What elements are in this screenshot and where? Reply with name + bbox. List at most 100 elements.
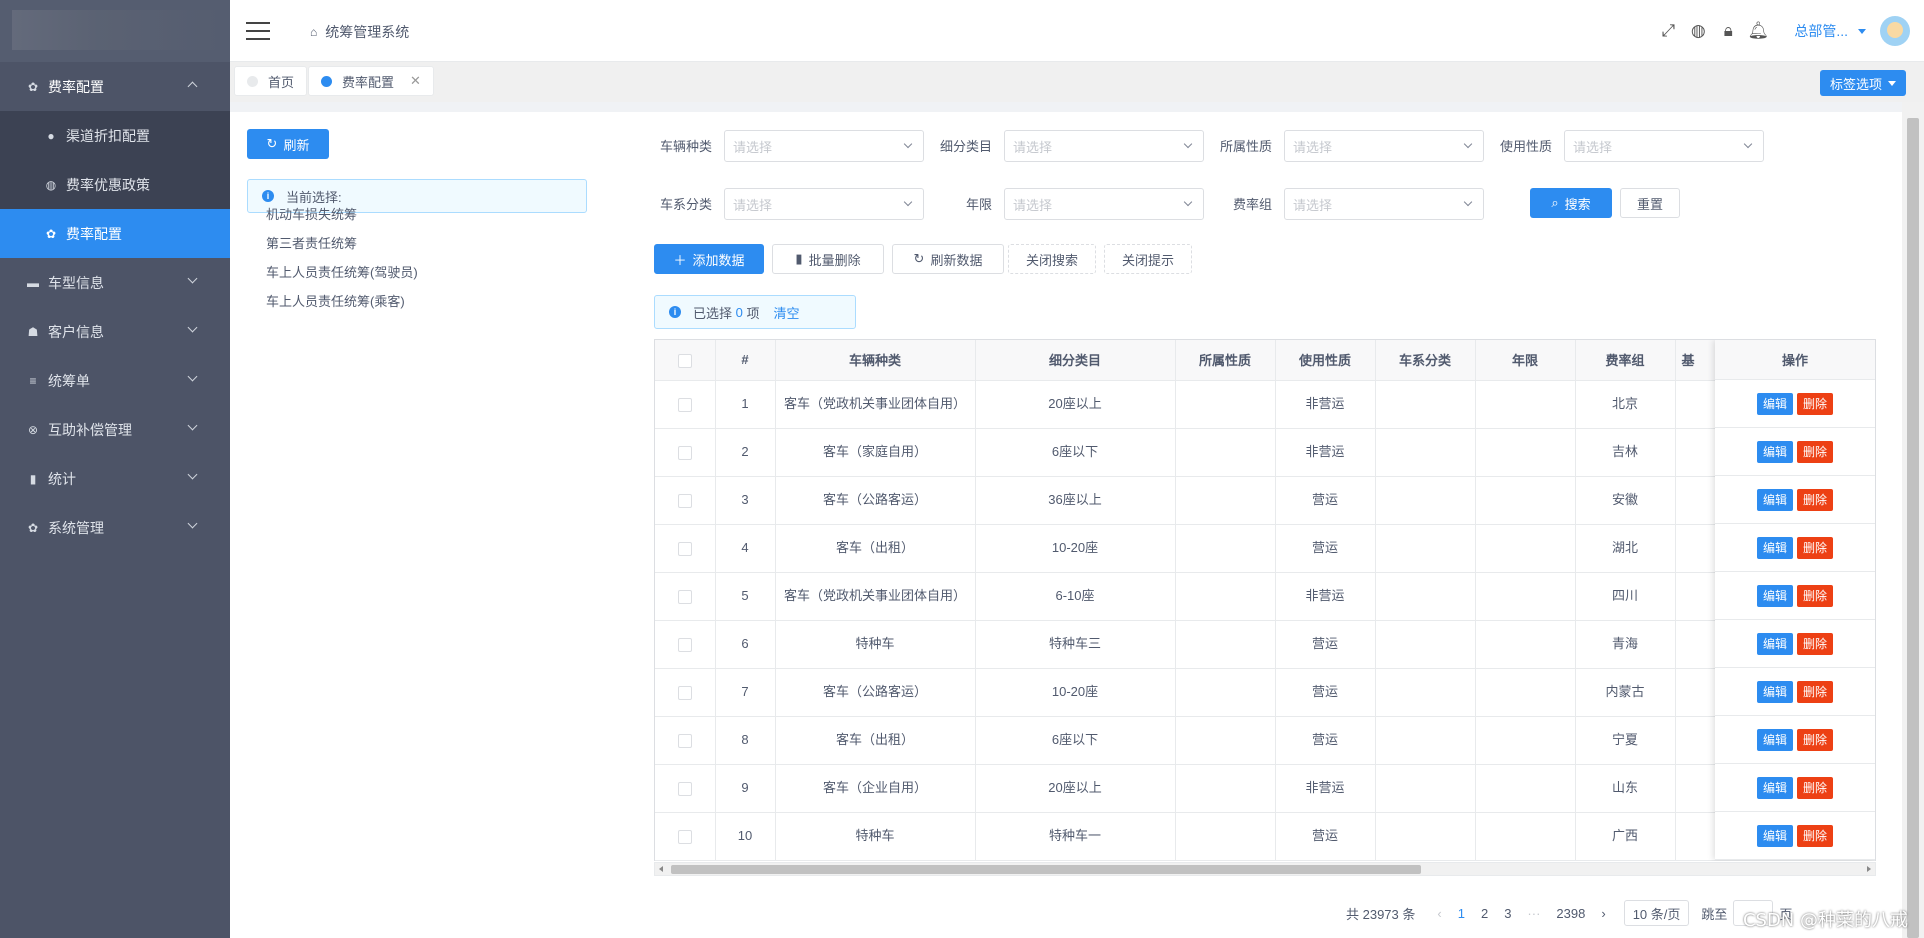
table-cell: 9 xyxy=(715,764,776,813)
page-number[interactable]: 3 xyxy=(1496,906,1519,921)
selection-alert: i 已选择 0 项 清空 xyxy=(654,295,856,329)
table-cell xyxy=(1175,572,1276,621)
menu-toggle-icon[interactable] xyxy=(246,22,270,40)
delete-button[interactable]: 删除 xyxy=(1797,776,1834,799)
tree-item[interactable]: 车上人员责任统筹(驾驶员) xyxy=(266,258,418,287)
scroll-right-icon[interactable] xyxy=(1867,866,1871,872)
column-header: 车辆种类 xyxy=(775,340,976,381)
sidebar-item-system[interactable]: ✿ 系统管理 xyxy=(0,503,230,552)
row-checkbox[interactable] xyxy=(655,668,716,717)
tree-item[interactable]: 机动车损失统筹 xyxy=(266,200,418,229)
fullscreen-icon[interactable]: ⤢ xyxy=(1658,21,1678,41)
delete-button[interactable]: 删除 xyxy=(1797,728,1834,751)
data-table: # 车辆种类 细分类目 所属性质 使用性质 车系分类 年限 费率组 基 1 客车（… xyxy=(654,339,1876,861)
edit-button[interactable]: 编辑 xyxy=(1756,728,1793,751)
chevron-down-icon xyxy=(187,322,198,333)
page-size-select[interactable]: 10 条/页 xyxy=(1623,900,1690,926)
avatar[interactable] xyxy=(1880,16,1910,46)
edit-button[interactable]: 编辑 xyxy=(1756,488,1793,511)
edit-button[interactable]: 编辑 xyxy=(1756,440,1793,463)
table-cell xyxy=(1475,716,1576,765)
batch-delete-button[interactable]: ▮ 批量删除 xyxy=(772,244,884,274)
rate-group-select[interactable]: 请选择 xyxy=(1284,188,1484,220)
edit-button[interactable]: 编辑 xyxy=(1756,776,1793,799)
user-name[interactable]: 总部管... xyxy=(1794,21,1848,41)
sidebar-item-stats[interactable]: ▮ 统计 xyxy=(0,454,230,503)
tab-bar: 首页 费率配置 ✕ 标签选项 xyxy=(230,62,1924,102)
lock-icon[interactable]: 🔒︎ xyxy=(1718,21,1738,41)
reset-button[interactable]: 重置 xyxy=(1620,188,1680,218)
usage-select[interactable]: 请选择 xyxy=(1564,130,1764,162)
sidebar-item-vehicle-info[interactable]: ▬ 车型信息 xyxy=(0,258,230,307)
edit-button[interactable]: 编辑 xyxy=(1756,632,1793,655)
add-data-button[interactable]: ＋添加数据 xyxy=(654,244,764,274)
bell-icon[interactable]: 🔔︎ xyxy=(1748,21,1770,41)
clear-selection-link[interactable]: 清空 xyxy=(774,303,800,322)
tree-item[interactable]: 第三者责任统筹 xyxy=(266,229,418,258)
edit-button[interactable]: 编辑 xyxy=(1756,824,1793,847)
table-row: 9 客车（企业自用） 20座以上 非营运 山东 xyxy=(655,764,1875,813)
row-checkbox[interactable] xyxy=(655,428,716,477)
delete-button[interactable]: 删除 xyxy=(1797,680,1834,703)
sidebar-item-compensation[interactable]: ⊗ 互助补偿管理 xyxy=(0,405,230,454)
search-button[interactable]: ⌕ 搜索 xyxy=(1530,188,1612,218)
edit-button[interactable]: 编辑 xyxy=(1756,392,1793,415)
close-tip-button[interactable]: 关闭提示 xyxy=(1104,244,1192,274)
sidebar-item-policy[interactable]: ≡ 统筹单 xyxy=(0,356,230,405)
tab-rate-config[interactable]: 费率配置 ✕ xyxy=(308,66,434,96)
refresh-data-button[interactable]: ↻ 刷新数据 xyxy=(892,244,1004,274)
delete-button[interactable]: 删除 xyxy=(1797,488,1834,511)
filter-label: 年限 xyxy=(965,197,992,212)
refresh-button[interactable]: ↻ 刷新 xyxy=(247,129,329,159)
horizontal-scrollbar[interactable] xyxy=(654,862,1876,876)
table-cell xyxy=(1475,764,1576,813)
sidebar-item-rate-config[interactable]: ✿ 费率配置 xyxy=(0,62,230,111)
delete-button[interactable]: 删除 xyxy=(1797,536,1834,559)
edit-button[interactable]: 编辑 xyxy=(1756,680,1793,703)
page-number[interactable]: 2398 xyxy=(1548,906,1593,921)
caret-down-icon[interactable] xyxy=(1858,28,1866,34)
sidebar-subitem-channel-discount[interactable]: ● 渠道折扣配置 xyxy=(0,111,230,160)
delete-button[interactable]: 删除 xyxy=(1797,584,1834,607)
page-number[interactable]: 2 xyxy=(1473,906,1496,921)
row-checkbox[interactable] xyxy=(655,380,716,429)
sidebar-subitem-rate-policy[interactable]: ◍ 费率优惠政策 xyxy=(0,160,230,209)
delete-button[interactable]: 删除 xyxy=(1797,440,1834,463)
row-checkbox[interactable] xyxy=(655,620,716,669)
select-all-checkbox[interactable] xyxy=(655,340,716,381)
page-ellipsis[interactable]: ··· xyxy=(1519,906,1548,921)
table-cell xyxy=(1175,428,1276,477)
table-row: 10 特种车 特种车一 营运 广西 xyxy=(655,812,1875,861)
row-checkbox[interactable] xyxy=(655,572,716,621)
row-checkbox[interactable] xyxy=(655,812,716,861)
tag-options-button[interactable]: 标签选项 xyxy=(1819,70,1906,96)
next-page-icon[interactable]: › xyxy=(1593,906,1613,921)
globe-icon[interactable]: ◍ xyxy=(1688,21,1708,41)
page-number[interactable]: 1 xyxy=(1450,906,1473,921)
row-checkbox[interactable] xyxy=(655,716,716,765)
delete-button[interactable]: 删除 xyxy=(1797,632,1834,655)
tree-item[interactable]: 车上人员责任统筹(乘客) xyxy=(266,287,418,316)
tab-home[interactable]: 首页 xyxy=(234,66,308,96)
row-checkbox[interactable] xyxy=(655,476,716,525)
row-checkbox[interactable] xyxy=(655,764,716,813)
years-select[interactable]: 请选择 xyxy=(1004,188,1204,220)
vertical-scrollbar[interactable] xyxy=(1902,102,1924,938)
close-icon[interactable]: ✕ xyxy=(410,73,421,89)
row-checkbox[interactable] xyxy=(655,524,716,573)
tab-dot xyxy=(247,75,258,87)
delete-button[interactable]: 删除 xyxy=(1797,824,1834,847)
vehicle-type-select[interactable]: 请选择 xyxy=(724,130,924,162)
subcategory-select[interactable]: 请选择 xyxy=(1004,130,1204,162)
ownership-select[interactable]: 请选择 xyxy=(1284,130,1484,162)
sidebar-subitem-rate-config[interactable]: ✿ 费率配置 xyxy=(0,209,230,258)
list-icon: ≡ xyxy=(29,373,37,388)
sidebar-item-customer-info[interactable]: ☗ 客户信息 xyxy=(0,307,230,356)
series-select[interactable]: 请选择 xyxy=(724,188,924,220)
scroll-left-icon[interactable] xyxy=(659,866,663,872)
edit-button[interactable]: 编辑 xyxy=(1756,536,1793,559)
close-search-button[interactable]: 关闭搜索 xyxy=(1008,244,1096,274)
delete-button[interactable]: 删除 xyxy=(1797,392,1834,415)
prev-page-icon[interactable]: ‹ xyxy=(1429,906,1449,921)
edit-button[interactable]: 编辑 xyxy=(1756,584,1793,607)
